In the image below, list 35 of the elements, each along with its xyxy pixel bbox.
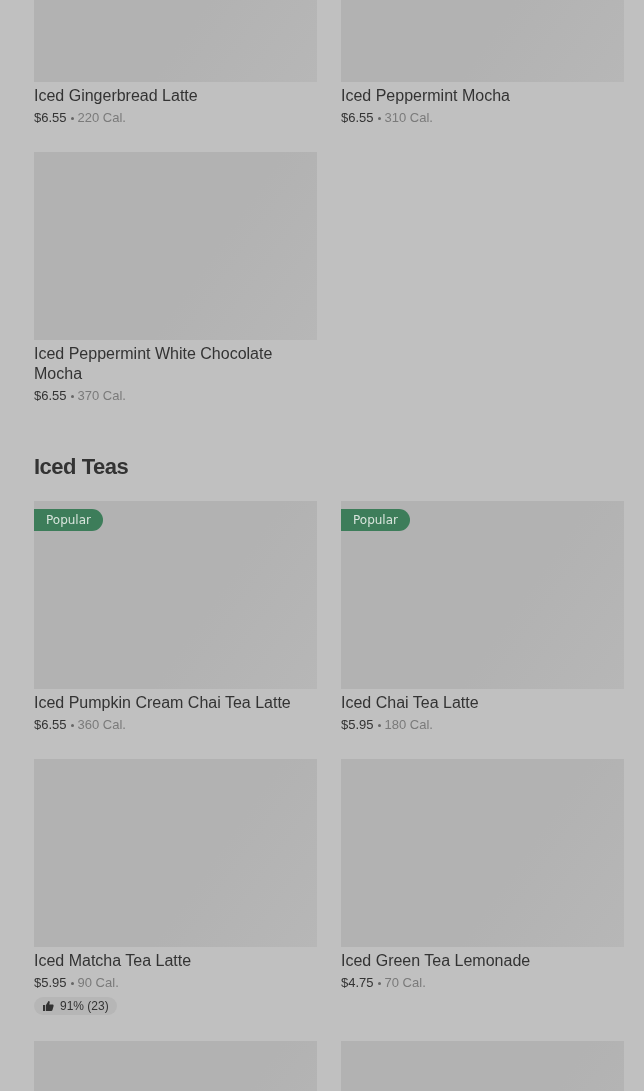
- rating-text: 91% (23): [60, 999, 109, 1013]
- separator-dot: [377, 981, 381, 985]
- item-calories: 180 Cal.: [384, 717, 433, 733]
- section-heading: Iced Teas: [34, 453, 130, 481]
- item-calories: 90 Cal.: [77, 975, 119, 991]
- item-name[interactable]: Iced Peppermint Mocha: [341, 86, 624, 106]
- item-price: $5.95: [34, 975, 67, 991]
- separator-dot: [70, 116, 74, 120]
- popular-badge: Popular: [341, 509, 410, 531]
- item-calories: 310 Cal.: [384, 110, 433, 126]
- item-calories: 220 Cal.: [77, 110, 126, 126]
- separator-dot: [377, 116, 381, 120]
- image-placeholder[interactable]: [341, 501, 624, 689]
- thumbs-up-icon: [42, 1000, 54, 1012]
- item-price: $6.55: [34, 388, 67, 404]
- separator-dot: [377, 723, 381, 727]
- item-name[interactable]: Iced Chai Tea Latte: [341, 693, 624, 713]
- item-price: $6.55: [34, 717, 67, 733]
- image-placeholder[interactable]: [34, 501, 317, 689]
- separator-dot: [70, 981, 74, 985]
- item-price: $6.55: [341, 110, 374, 126]
- separator-dot: [70, 394, 74, 398]
- item-name[interactable]: Iced Peppermint White Chocolate Mocha: [34, 344, 317, 384]
- popular-badge: Popular: [34, 509, 103, 531]
- separator-dot: [70, 723, 74, 727]
- item-price: $4.75: [341, 975, 374, 991]
- item-calories: 70 Cal.: [384, 975, 426, 991]
- item-calories: 370 Cal.: [77, 388, 126, 404]
- item-calories: 360 Cal.: [77, 717, 126, 733]
- item-name[interactable]: Iced Green Tea Lemonade: [341, 951, 624, 971]
- item-name[interactable]: Iced Matcha Tea Latte: [34, 951, 317, 971]
- item-price: $5.95: [341, 717, 374, 733]
- item-name[interactable]: Iced Pumpkin Cream Chai Tea Latte: [34, 693, 317, 713]
- item-price: $6.55: [34, 110, 67, 126]
- item-name[interactable]: Iced Gingerbread Latte: [34, 86, 317, 106]
